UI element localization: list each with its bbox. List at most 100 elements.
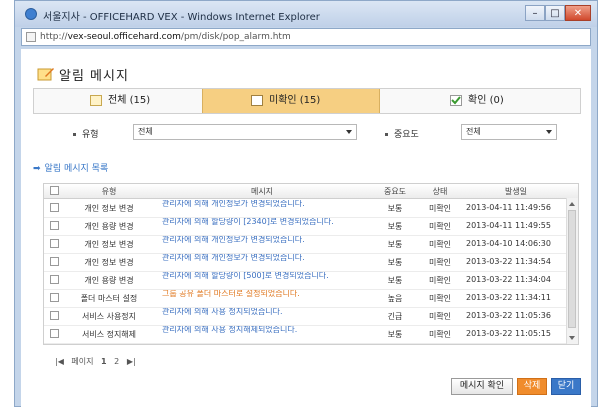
priority-select[interactable]: 전체 [461, 124, 557, 140]
row-message[interactable]: 관리자에 의해 할당량이 [2340]로 변경되었습니다. [162, 218, 374, 234]
row-priority: 보통 [387, 204, 403, 213]
row-message[interactable]: 관리자에 의해 사용 정지해제되었습니다. [162, 326, 374, 342]
row-priority: 보통 [387, 258, 403, 267]
row-checkbox[interactable] [50, 293, 59, 302]
table-row[interactable]: 개인 용량 변경 관리자에 의해 할당량이 [2340]로 변경되었습니다. 보통 미… [44, 217, 566, 236]
table-row[interactable]: 개인 용량 변경 관리자에 의해 할당량이 [500]로 변경되었습니다. 보통 미확… [44, 271, 566, 290]
close-window-button[interactable]: ✕ [565, 5, 591, 21]
column-header-priority[interactable]: 중요도 [374, 186, 416, 197]
chevron-down-icon [346, 130, 352, 134]
first-page-button[interactable]: |◀ [55, 357, 64, 366]
row-date: 2013-03-22 11:05:36 [466, 311, 551, 320]
confirm-message-button[interactable]: 메시지 확인 [451, 378, 513, 395]
row-checkbox[interactable] [50, 221, 59, 230]
table-row[interactable]: 서비스 사용정지 관리자에 의해 사용 정지되었습니다. 긴급 미확인 2013-03-… [44, 307, 566, 326]
check-icon [450, 95, 462, 106]
priority-filter-label: 중요도 [385, 127, 419, 140]
row-type: 서비스 사용정지 [81, 312, 137, 321]
row-priority: 보통 [387, 240, 403, 249]
row-message[interactable]: 그룹 공유 폴더 마스터로 설정되었습니다. [162, 290, 374, 306]
tab-unread[interactable]: 미확인 (15) [202, 89, 380, 113]
chevron-down-icon [546, 130, 552, 134]
row-status: 미확인 [428, 258, 452, 267]
scroll-up-icon[interactable] [569, 202, 575, 206]
tab-read-label: 확인 (0) [468, 95, 504, 106]
url-text: http://vex-seoul.officehard.com/pm/disk/… [40, 32, 291, 42]
row-date: 2013-03-22 11:34:54 [466, 257, 551, 266]
column-header-message[interactable]: 메시지 [162, 186, 362, 197]
maximize-button[interactable]: □ [545, 5, 565, 21]
row-date: 2013-04-11 11:49:56 [466, 203, 551, 212]
message-table: 유형 메시지 중요도 상태 발생일 개인 정보 변경관리자에 의해 개인정보가 … [43, 183, 579, 345]
table-row[interactable]: 개인 정보 변경 관리자에 의해 개인정보가 변경되었습니다. 보통 미확인 2013-… [44, 199, 566, 218]
row-date: 2013-03-22 11:34:04 [466, 275, 551, 284]
page-label: 페이지 [71, 357, 94, 366]
delete-button[interactable]: 삭제 [517, 378, 547, 395]
column-header-date[interactable]: 발생일 [468, 186, 564, 197]
folder-icon [90, 95, 102, 106]
page-number-next[interactable]: 2 [114, 357, 119, 366]
table-header: 유형 메시지 중요도 상태 발생일 [44, 184, 578, 199]
table-row[interactable]: 개인 정보 변경 관리자에 의해 개인정보가 변경되었습니다. 보통 미확인 2013-… [44, 235, 566, 254]
row-priority: 높음 [387, 294, 403, 303]
row-type: 서비스 정지해제 [81, 330, 137, 339]
minimize-button[interactable]: – [525, 5, 545, 21]
bullet-icon [385, 133, 388, 136]
window-title: 서울지사 - OFFICEHARD VEX - Windows Internet… [43, 12, 320, 23]
row-type: 개인 정보 변경 [84, 240, 134, 249]
row-message[interactable]: 관리자에 의해 사용 정지되었습니다. [162, 308, 374, 324]
row-type: 개인 용량 변경 [84, 276, 134, 285]
row-type: 폴더 마스터 설정 [80, 294, 138, 303]
column-header-type[interactable]: 유형 [64, 186, 154, 197]
tab-read[interactable]: 확인 (0) [380, 89, 580, 113]
row-checkbox[interactable] [50, 329, 59, 338]
close-button[interactable]: 닫기 [551, 378, 581, 395]
type-filter-label: 유형 [73, 127, 99, 140]
row-date: 2013-04-10 14:06:30 [466, 239, 551, 248]
last-page-button[interactable]: ▶| [127, 357, 136, 366]
row-priority: 보통 [387, 222, 403, 231]
pagination: |◀ 페이지 1 2 ▶| [55, 356, 141, 367]
row-type: 개인 용량 변경 [84, 222, 134, 231]
address-bar[interactable]: http://vex-seoul.officehard.com/pm/disk/… [21, 28, 591, 46]
row-status: 미확인 [428, 330, 452, 339]
column-header-status[interactable]: 상태 [420, 186, 460, 197]
row-message[interactable]: 관리자에 의해 개인정보가 변경되었습니다. [162, 236, 374, 252]
row-message[interactable]: 관리자에 의해 개인정보가 변경되었습니다. [162, 200, 374, 216]
row-message[interactable]: 관리자에 의해 할당량이 [500]로 변경되었습니다. [162, 272, 374, 288]
row-type: 개인 정보 변경 [84, 204, 134, 213]
browser-window: 서울지사 - OFFICEHARD VEX - Windows Internet… [14, 0, 598, 408]
page-number-current[interactable]: 1 [101, 357, 107, 366]
scroll-thumb[interactable] [568, 210, 576, 328]
row-priority: 보통 [387, 330, 403, 339]
row-message[interactable]: 관리자에 의해 개인정보가 변경되었습니다. [162, 254, 374, 270]
row-status: 미확인 [428, 222, 452, 231]
row-date: 2013-03-22 11:34:11 [466, 293, 551, 302]
row-checkbox[interactable] [50, 239, 59, 248]
row-date: 2013-04-11 11:49:55 [466, 221, 551, 230]
row-checkbox[interactable] [50, 311, 59, 320]
row-checkbox[interactable] [50, 203, 59, 212]
select-all-checkbox[interactable] [50, 186, 59, 195]
row-priority: 보통 [387, 276, 403, 285]
page-title: 알림 메시지 [59, 69, 129, 84]
row-checkbox[interactable] [50, 257, 59, 266]
table-row[interactable]: 개인 정보 변경 관리자에 의해 개인정보가 변경되었습니다. 보통 미확인 2013-… [44, 253, 566, 272]
row-checkbox[interactable] [50, 275, 59, 284]
filter-bar: 유형 전체 중요도 전체 [33, 122, 581, 144]
list-title: ➡ 알림 메시지 목록 [33, 164, 109, 174]
bullet-icon [73, 133, 76, 136]
row-type: 개인 정보 변경 [84, 258, 134, 267]
row-status: 미확인 [428, 312, 452, 321]
tab-unread-label: 미확인 (15) [269, 95, 321, 106]
row-date: 2013-03-22 11:05:15 [466, 329, 551, 338]
row-status: 미확인 [428, 204, 452, 213]
popup-content: 알림 메시지 전체 (15) 미확인 (15) 확인 (0) 유형 전체 중요도… [21, 49, 591, 408]
vertical-scrollbar[interactable] [566, 198, 578, 344]
table-row[interactable]: 폴더 마스터 설정 그룹 공유 폴더 마스터로 설정되었습니다. 높음 미확인 2013… [44, 289, 566, 308]
table-row[interactable]: 서비스 정지해제 관리자에 의해 사용 정지해제되었습니다. 보통 미확인 2013-0… [44, 325, 566, 344]
row-priority: 긴급 [387, 312, 403, 321]
tab-all[interactable]: 전체 (15) [34, 89, 202, 113]
type-select[interactable]: 전체 [133, 124, 357, 140]
scroll-down-icon[interactable] [569, 336, 575, 340]
